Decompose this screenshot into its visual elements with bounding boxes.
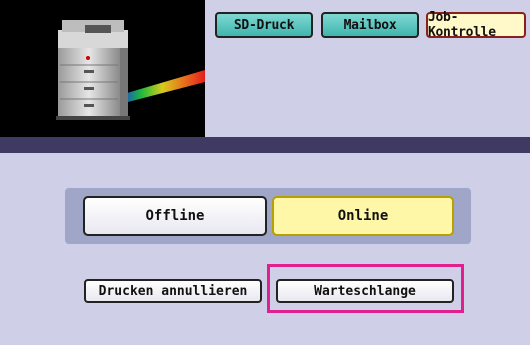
divider-band <box>0 137 530 153</box>
printer-icon <box>56 20 205 120</box>
queue-button[interactable]: Warteschlange <box>276 279 454 303</box>
offline-button[interactable]: Offline <box>83 196 267 236</box>
online-button[interactable]: Online <box>272 196 454 236</box>
cancel-print-button[interactable]: Drucken annullieren <box>84 279 262 303</box>
printer-photo <box>0 0 205 137</box>
tab-mailbox[interactable]: Mailbox <box>321 12 419 38</box>
tab-label: SD-Druck <box>233 17 295 33</box>
tab-job-kontrolle[interactable]: Job-Kontrolle <box>426 10 526 40</box>
tab-sd-druck[interactable]: SD-Druck <box>215 12 313 38</box>
tab-label: Job-Kontrolle <box>428 10 496 40</box>
tab-label: Mailbox <box>343 17 397 33</box>
